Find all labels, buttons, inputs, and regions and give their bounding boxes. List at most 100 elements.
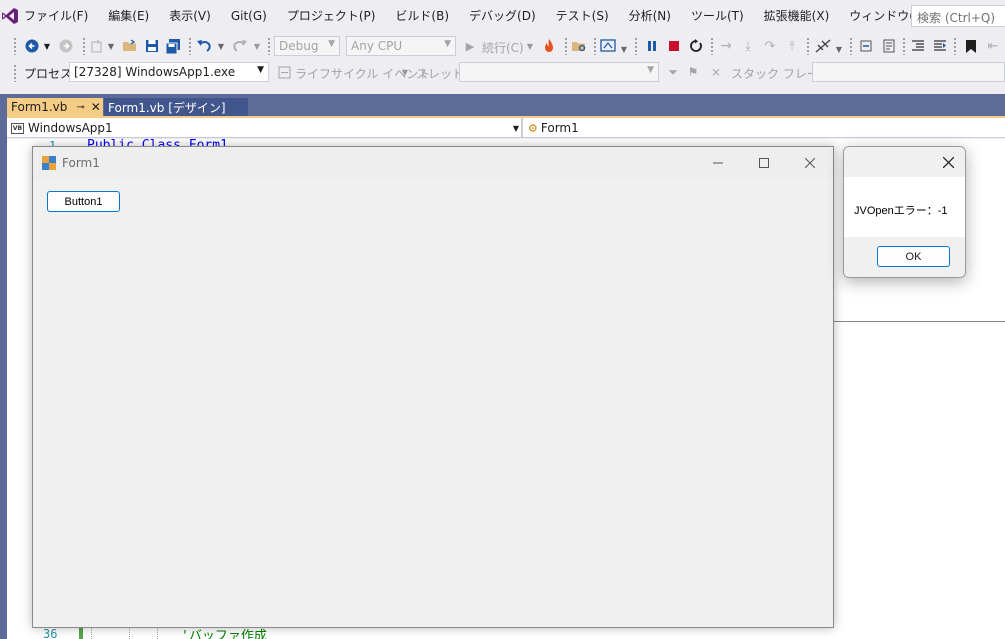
chevron-down-icon[interactable]: ▼ [106,37,116,55]
menu-analyze[interactable]: 分析(N) [619,0,681,32]
bookmark-icon[interactable] [961,37,981,55]
minimize-button[interactable] [695,147,741,179]
standard-toolbar: ▼ ▼ ▼ ▼ Debug ▼ Any CPU ▼ ▶ 続行(C) ▼ ▼ → … [0,32,1005,60]
indent-guide [157,627,158,639]
stack-frame-icon[interactable]: ⨯ [707,63,725,81]
code-map-icon[interactable] [812,37,834,55]
toolbar-grip[interactable] [267,37,271,55]
toolbar-grip[interactable] [82,37,86,55]
close-button[interactable] [787,147,833,179]
filter-icon[interactable]: ⏷ [665,63,681,81]
toolbar-grip[interactable] [593,37,597,55]
menu-view[interactable]: 表示(V) [159,0,221,32]
project-dropdown[interactable]: VB WindowsApp1 ▼ [11,119,519,137]
menu-build[interactable]: ビルド(B) [385,0,459,32]
forward-icon[interactable] [56,37,76,55]
toolbar-grip[interactable] [634,37,638,55]
step-into-icon[interactable]: ⤓ [738,37,758,55]
toolbar-grip[interactable] [806,37,810,55]
menu-extensions[interactable]: 拡張機能(X) [754,0,840,32]
toolbar-grip[interactable] [13,37,17,55]
step-over-icon[interactable]: ↷ [760,37,780,55]
chevron-down-icon[interactable]: ▼ [834,40,844,58]
chevron-down-icon[interactable]: ▼ [216,37,226,55]
form1-window[interactable]: Form1 Button1 [32,146,834,628]
back-icon[interactable] [22,37,42,55]
save-icon[interactable] [143,37,161,55]
search-input[interactable]: 検索 (Ctrl+Q) [911,5,1005,27]
toolbar-grip[interactable] [849,37,853,55]
message-box-close-button[interactable] [931,147,965,177]
undo-icon[interactable] [194,37,214,55]
pin-icon[interactable]: ⊸ [76,102,84,113]
toolbar-grip[interactable] [710,37,714,55]
browse-folder-icon[interactable] [569,37,589,55]
message-box-footer: OK [844,237,965,277]
xaml-live-preview-icon[interactable] [598,37,618,55]
maximize-button[interactable] [741,147,787,179]
lifecycle-events-icon[interactable] [276,63,292,81]
project-name: WindowsApp1 [28,121,113,135]
error-message-box[interactable]: JVOpenエラー：-1 OK [843,146,966,278]
solution-platform-value: Any CPU [351,39,403,53]
chevron-down-icon[interactable]: ▼ [525,37,535,55]
chevron-down-icon: ▼ [257,65,264,75]
form-app-icon [42,156,56,170]
toolbar-grip[interactable] [564,37,568,55]
form1-titlebar[interactable]: Form1 [33,147,833,179]
pause-icon[interactable] [643,37,661,55]
menu-debug[interactable]: デバッグ(D) [459,0,546,32]
stack-frame-dropdown[interactable] [812,62,1005,82]
tab-form1-vb-design[interactable]: Form1.vb [デザイン] [104,98,248,116]
chevron-down-icon[interactable]: ▼ [252,37,262,55]
tab-form1-vb[interactable]: Form1.vb ⊸ ✕ [7,98,103,116]
menu-project[interactable]: プロジェクト(P) [277,0,386,32]
menu-edit[interactable]: 編集(E) [98,0,159,32]
toolbar-grip[interactable] [953,37,957,55]
solution-platform-dropdown[interactable]: Any CPU ▼ [346,36,456,56]
play-icon[interactable]: ▶ [462,37,478,55]
previous-bookmark-icon[interactable]: ⇤ [983,37,1003,55]
menu-tools[interactable]: ツール(T) [681,0,754,32]
outdent-icon[interactable] [908,37,928,55]
chevron-down-icon[interactable]: ▼ [400,63,410,81]
message-box-titlebar[interactable] [844,147,965,177]
change-marker [79,627,83,639]
process-dropdown[interactable]: [27328] WindowsApp1.exe ▼ [69,62,269,82]
menu-file[interactable]: ファイル(F) [20,0,98,32]
chevron-down-icon[interactable]: ▼ [42,37,52,55]
solution-config-dropdown[interactable]: Debug ▼ [274,36,340,56]
continue-button[interactable]: 続行(C) [482,39,524,56]
ok-button[interactable]: OK [877,246,950,267]
class-dropdown[interactable]: ⚙ Form1 [528,119,828,137]
navbar-divider [521,118,523,138]
new-item-icon[interactable] [88,37,106,55]
indent-icon[interactable] [930,37,950,55]
menu-git[interactable]: Git(G) [221,0,277,32]
hot-reload-icon[interactable] [540,37,558,55]
redo-icon[interactable] [230,37,250,55]
toolbar-grip[interactable] [188,37,192,55]
solution-config-value: Debug [279,39,319,53]
save-all-icon[interactable] [163,37,183,55]
restart-icon[interactable] [687,37,705,55]
close-icon [805,158,815,168]
stop-icon[interactable] [665,37,683,55]
thread-dropdown[interactable]: ▼ [459,62,659,82]
diagnostic-icon[interactable] [857,37,877,55]
step-out-icon[interactable]: ⤒ [782,37,802,55]
visual-studio-logo-icon[interactable] [0,0,20,32]
document-outline-icon[interactable] [879,37,899,55]
toolbar-grip[interactable] [13,64,17,82]
line-number: 36 [43,627,58,639]
close-icon[interactable]: ✕ [91,100,101,114]
toolbar-grip[interactable] [902,37,906,55]
show-next-statement-icon[interactable]: → [716,37,736,55]
chevron-down-icon: ▼ [647,65,654,75]
button1[interactable]: Button1 [47,191,120,212]
toggle-flag-icon[interactable]: ⚑ [685,63,701,81]
open-folder-icon[interactable] [120,37,140,55]
chevron-down-icon[interactable]: ▼ [619,40,629,58]
indent-guide [129,627,130,639]
menu-test[interactable]: テスト(S) [546,0,619,32]
